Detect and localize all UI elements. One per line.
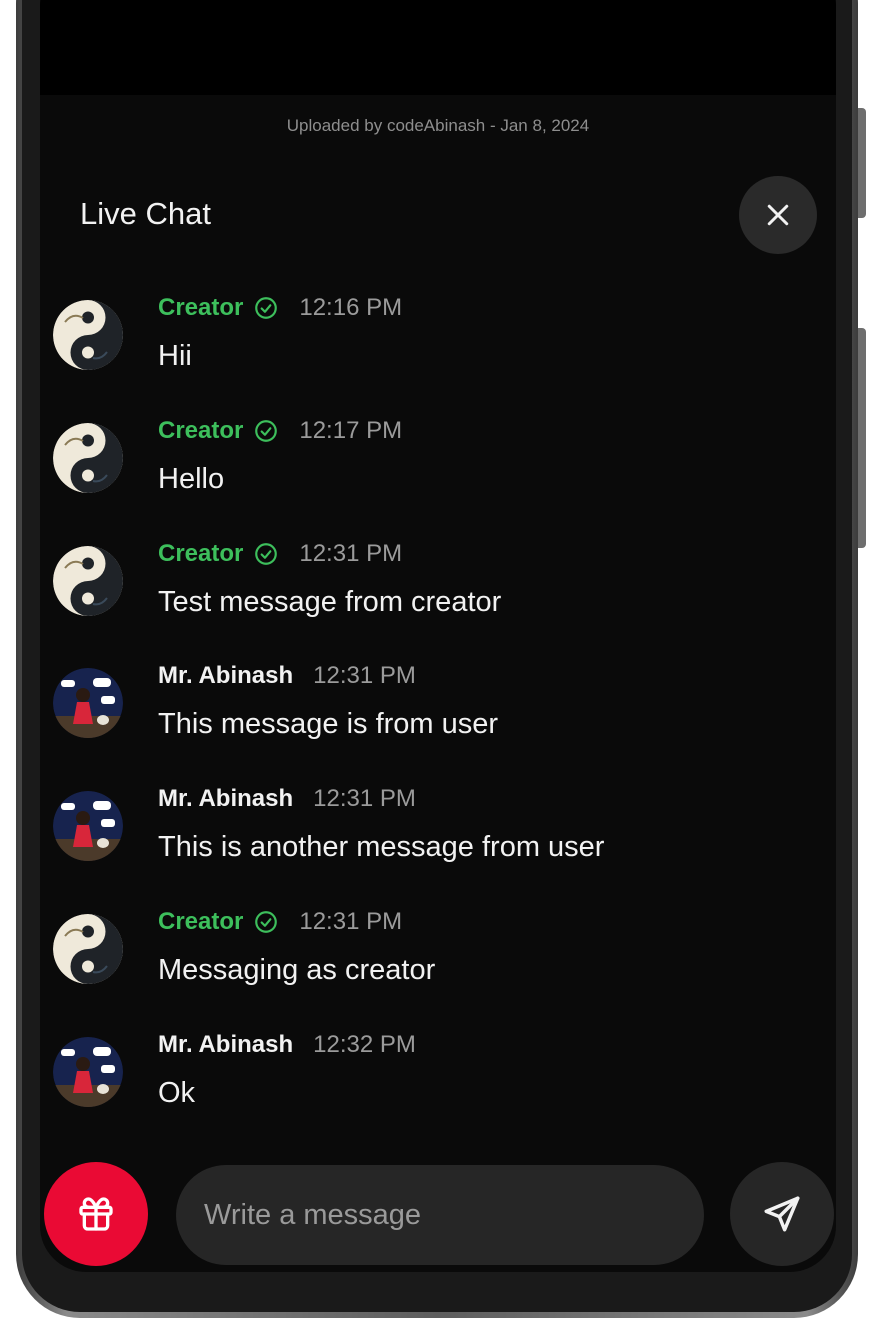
- avatar[interactable]: [53, 300, 123, 370]
- message-time: 12:31 PM: [313, 662, 416, 690]
- app-screen: Uploaded by codeAbinash - Jan 8, 2024 Li…: [40, 0, 836, 1272]
- message-header: Mr. Abinash 12:32 PM: [158, 1027, 416, 1063]
- avatar[interactable]: [53, 791, 123, 862]
- message-text: Test message from creator: [158, 585, 502, 618]
- gift-button[interactable]: [44, 1162, 148, 1266]
- message-text: Messaging as creator: [158, 953, 436, 986]
- verified-icon: [253, 295, 279, 321]
- send-button[interactable]: [730, 1162, 834, 1266]
- message-time: 12:17 PM: [299, 416, 403, 444]
- message-text: This is another message from user: [158, 831, 605, 864]
- avatar[interactable]: [53, 668, 123, 739]
- upload-info: Uploaded by codeAbinash - Jan 8, 2024: [286, 116, 590, 135]
- message-item: Mr. Abinash 12:32 PM Ok: [40, 1027, 836, 1150]
- volume-button: [858, 108, 866, 218]
- sender-name[interactable]: Creator: [158, 417, 243, 445]
- avatar[interactable]: [53, 1036, 123, 1107]
- message-item: Creator 12:31 PM Messaging as creator: [40, 904, 836, 1027]
- sender-name[interactable]: Mr. Abinash: [158, 1031, 293, 1059]
- message-time: 12:31 PM: [299, 907, 403, 935]
- message-time: 12:31 PM: [299, 539, 403, 567]
- power-button: [858, 328, 866, 548]
- message-text: Hello: [158, 462, 225, 495]
- verified-icon: [253, 541, 279, 567]
- gift-icon: [79, 1197, 113, 1231]
- message-header: Creator 12:31 PM: [158, 536, 402, 572]
- message-header: Mr. Abinash 12:31 PM: [158, 781, 416, 817]
- close-icon: [767, 204, 789, 226]
- verified-icon: [253, 909, 279, 935]
- message-time: 12:31 PM: [313, 785, 416, 813]
- message-input[interactable]: [176, 1165, 704, 1265]
- avatar[interactable]: [53, 545, 123, 616]
- message-list[interactable]: Creator 12:16 PM Hii Creator 12:17 PM He…: [40, 290, 836, 1150]
- message-item: Creator 12:31 PM Test message from creat…: [40, 536, 836, 659]
- message-header: Creator 12:17 PM: [158, 413, 402, 449]
- avatar[interactable]: [53, 422, 123, 493]
- sender-name[interactable]: Mr. Abinash: [158, 785, 293, 813]
- message-text: Ok: [158, 1076, 196, 1109]
- message-header: Mr. Abinash 12:31 PM: [158, 658, 416, 694]
- message-item: Mr. Abinash 12:31 PM This message is fro…: [40, 658, 836, 781]
- message-time: 12:32 PM: [313, 1030, 416, 1058]
- message-text: Hii: [158, 340, 192, 372]
- close-button[interactable]: [739, 176, 817, 254]
- message-item: Creator 12:16 PM Hii: [40, 290, 836, 413]
- chat-title: Live Chat: [80, 196, 211, 231]
- avatar[interactable]: [53, 913, 123, 984]
- verified-icon: [253, 418, 279, 444]
- sender-name[interactable]: Creator: [158, 908, 243, 936]
- sender-name[interactable]: Creator: [158, 540, 243, 568]
- video-player[interactable]: [40, 0, 836, 95]
- message-text: This message is from user: [158, 708, 499, 741]
- message-item: Mr. Abinash 12:31 PM This is another mes…: [40, 781, 836, 904]
- message-item: Creator 12:17 PM Hello: [40, 413, 836, 536]
- message-header: Creator 12:16 PM: [158, 290, 402, 326]
- message-time: 12:16 PM: [299, 294, 403, 321]
- send-icon: [764, 1196, 800, 1232]
- message-header: Creator 12:31 PM: [158, 904, 402, 940]
- sender-name[interactable]: Creator: [158, 294, 243, 322]
- sender-name[interactable]: Mr. Abinash: [158, 662, 293, 690]
